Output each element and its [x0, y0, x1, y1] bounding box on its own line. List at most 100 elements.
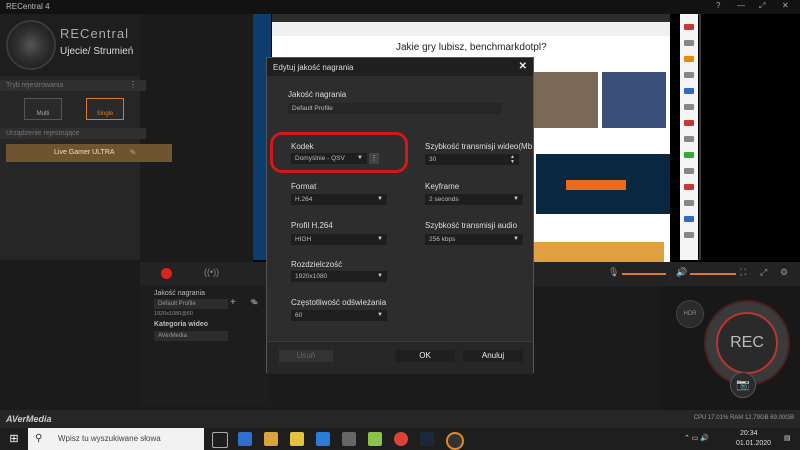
store-icon[interactable]: [264, 432, 278, 446]
fit-screen-icon[interactable]: ⛶: [740, 267, 746, 278]
chrome-icon[interactable]: [394, 432, 408, 446]
hdr-button[interactable]: HDR: [676, 300, 704, 328]
record-dot-icon[interactable]: [161, 268, 172, 279]
explorer-icon[interactable]: [290, 432, 304, 446]
camera-icon: 📷: [736, 379, 750, 391]
title-bar: RECentral 4 ? — ⤢ ✕: [0, 0, 800, 14]
tray-icons[interactable]: ⌃ ▭ 🔊: [684, 434, 709, 442]
microphone-icon[interactable]: 🎙: [608, 267, 619, 278]
resolution-select[interactable]: 1920x1080 ▼: [291, 271, 387, 282]
dialog-footer: Usuń OK Anuluj: [267, 341, 533, 374]
mail-icon[interactable]: [316, 432, 330, 446]
sidebar-app-icon: [684, 168, 694, 174]
record-mode-menu-icon[interactable]: ⋮: [128, 80, 138, 90]
chevron-down-icon: ▼: [513, 236, 519, 242]
speaker-volume-slider[interactable]: [690, 273, 736, 275]
brand-name: RECentral: [60, 26, 129, 41]
search-icon: ⚲: [35, 433, 43, 444]
browser-address-bar: [272, 22, 670, 36]
h264-profile-select[interactable]: HIGH ▼: [291, 234, 387, 245]
minimize-button[interactable]: —: [737, 1, 745, 10]
stepper-icon[interactable]: ▲ ▼: [510, 155, 515, 165]
notifications-icon[interactable]: ▤: [784, 434, 791, 442]
refresh-select[interactable]: 60 ▼: [291, 310, 387, 321]
keyframe-select[interactable]: 2 seconds ▼: [425, 194, 523, 205]
taskbar-time: 20:34: [740, 430, 758, 437]
game-tile: [534, 72, 598, 128]
preview-sidebar: [680, 14, 698, 260]
task-view-icon[interactable]: [212, 432, 228, 448]
preview-scrollbar[interactable]: [699, 14, 701, 260]
taskbar-search[interactable]: ⚲ Wpisz tu wyszukiwane słowa: [28, 428, 204, 450]
sidebar-app-icon: [684, 200, 694, 206]
format-select[interactable]: H.264 ▼: [291, 194, 387, 205]
delete-button[interactable]: Usuń: [279, 350, 333, 362]
quality-select[interactable]: Default Profile: [154, 299, 228, 309]
refresh-label: Częstotliwość odświeżania: [291, 298, 387, 307]
add-profile-icon[interactable]: +: [230, 297, 236, 308]
help-button[interactable]: ?: [716, 1, 720, 10]
sidebar-app-icon: [684, 24, 694, 30]
browser-topbar: [272, 14, 670, 22]
keyframe-label: Keyframe: [425, 182, 460, 191]
stream-icon[interactable]: ((•)): [204, 267, 219, 277]
recentral-taskbar-icon[interactable]: [446, 432, 464, 450]
format-label: Format: [291, 182, 317, 191]
record-mode-header: Tryb rejestrowania: [0, 80, 146, 91]
chevron-down-icon: ▼: [513, 196, 519, 202]
screenshot-button[interactable]: 📷: [730, 372, 756, 398]
sidebar-app-icon: [684, 40, 694, 46]
sidebar-app-icon: [684, 232, 694, 238]
quality-sub: 1920x1080@60: [154, 311, 193, 317]
settings-icon[interactable]: ⚙: [780, 267, 788, 278]
promo-button: [566, 180, 626, 190]
profile-name-input[interactable]: Default Profile: [288, 103, 502, 114]
sidebar-app-icon: [684, 184, 694, 190]
mic-volume-slider[interactable]: [622, 273, 666, 275]
audio-bitrate-label: Szybkość transmisji audio: [425, 221, 518, 230]
rec-area: HDR REC 📷: [660, 286, 800, 410]
sidebar-app-icon: [684, 120, 694, 126]
mode-single-button[interactable]: Single: [86, 98, 124, 120]
edge-icon[interactable]: [238, 432, 252, 446]
sidebar-app-icon: [684, 88, 694, 94]
search-placeholder: Wpisz tu wyszukiwane słowa: [58, 434, 161, 443]
device-header: Urządzenie rejestrujące: [0, 128, 146, 139]
cancel-button[interactable]: Anuluj: [463, 350, 523, 362]
calculator-icon[interactable]: [342, 432, 356, 446]
device-edit-icon[interactable]: ✎: [128, 148, 138, 158]
promo-banner: [536, 154, 670, 214]
sidebar-app-icon: [684, 56, 694, 62]
edit-pencil-icon[interactable]: ✎: [252, 298, 259, 307]
speaker-icon[interactable]: 🔊: [676, 267, 687, 278]
close-icon[interactable]: ✕: [519, 61, 527, 72]
audio-bitrate-select[interactable]: 256 kbps ▼: [425, 234, 523, 245]
h264-profile-label: Profil H.264: [291, 221, 333, 230]
paint-icon[interactable]: [368, 432, 382, 446]
bitrate-input[interactable]: 30 ▲ ▼: [425, 154, 519, 165]
avermedia-logo: AVerMedia: [6, 414, 52, 424]
device-item[interactable]: Live Gamer ULTRA: [6, 144, 172, 162]
mode-multi-button[interactable]: Multi: [24, 98, 62, 120]
sidebar-app-icon: [684, 72, 694, 78]
recentral-logo-icon: [6, 20, 56, 70]
chevron-down-icon: ▼: [377, 196, 383, 202]
preview-heading: Jakie gry lubisz, benchmarkdotpl?: [396, 42, 547, 53]
fullscreen-icon[interactable]: ⤢: [760, 267, 767, 278]
close-window-button[interactable]: ✕: [782, 1, 789, 10]
window-title: RECentral 4: [6, 2, 50, 11]
profile-label: Jakość nagrania: [288, 90, 347, 99]
sidebar-app-icon: [684, 152, 694, 158]
chevron-down-icon: ▼: [377, 236, 383, 242]
maximize-button[interactable]: ⤢: [759, 1, 765, 11]
rec-button[interactable]: REC: [716, 312, 778, 374]
category-select[interactable]: AVerMedia: [154, 331, 228, 341]
quality-label: Jakość nagrania: [154, 290, 205, 297]
taskbar: ⊞ ⚲ Wpisz tu wyszukiwane słowa ⌃ ▭ 🔊 20:…: [0, 428, 800, 450]
windows-start-icon[interactable]: ⊞: [0, 428, 28, 450]
status-bar: AVerMedia CPU 17.01% RAM 12.79GB 69.00GB: [0, 410, 800, 428]
steam-icon[interactable]: [420, 432, 434, 446]
dialog-title: Edytuj jakość nagrania: [273, 63, 354, 72]
ok-button[interactable]: OK: [395, 350, 455, 362]
dialog-header: Edytuj jakość nagrania ✕: [267, 58, 533, 76]
